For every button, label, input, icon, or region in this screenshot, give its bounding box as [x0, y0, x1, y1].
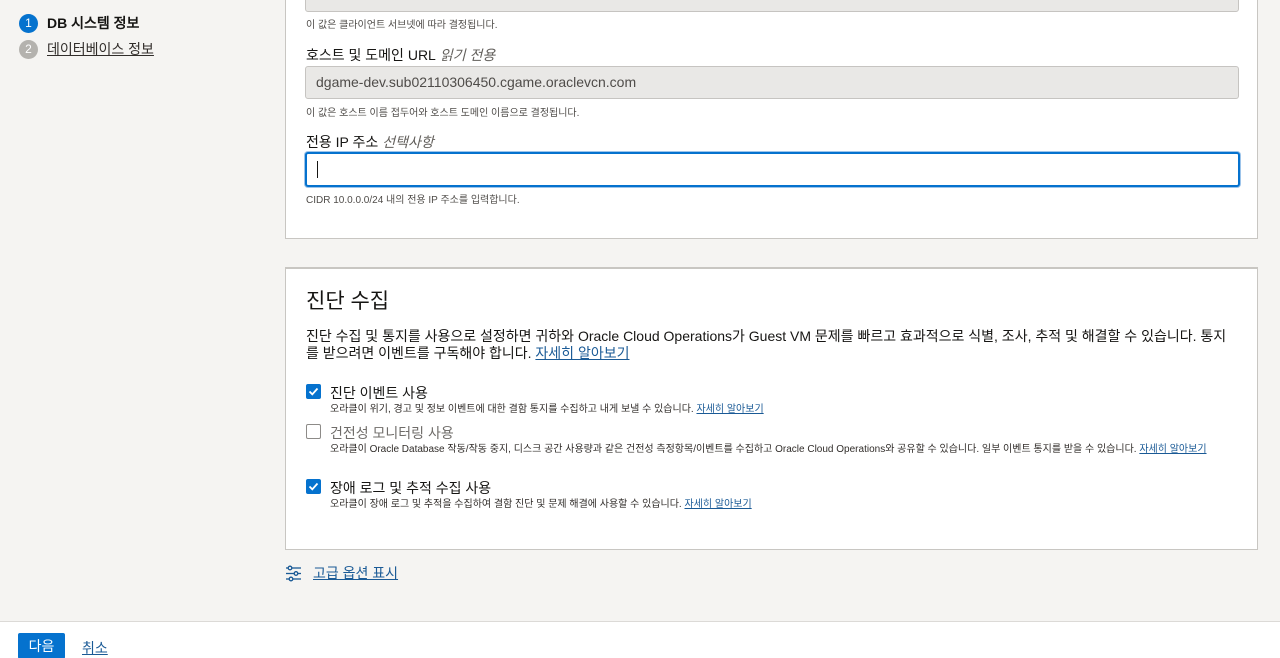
learn-more-link[interactable]: 자세히 알아보기: [535, 345, 629, 361]
ip-help-text: CIDR 10.0.0.0/24 내의 전용 IP 주소를 입력합니다.: [306, 195, 520, 206]
advanced-options-label[interactable]: 고급 옵션 표시: [313, 563, 398, 583]
diagnostic-events-label[interactable]: 진단 이벤트 사용: [330, 383, 428, 403]
diagnostics-description: 진단 수집 및 통지를 사용으로 설정하면 귀하와 Oracle Cloud O…: [306, 328, 1236, 362]
health-monitoring-learn-more[interactable]: 자세히 알아보기: [1139, 444, 1206, 455]
private-ip-label: 전용 IP 주소 선택사항: [306, 132, 434, 152]
network-panel: 이 값은 클라이언트 서브넷에 따라 결정됩니다. 호스트 및 도메인 URL 읽…: [285, 0, 1258, 239]
advanced-options-toggle[interactable]: 고급 옵션 표시: [285, 563, 398, 583]
diagnostic-events-learn-more[interactable]: 자세히 알아보기: [696, 404, 763, 415]
private-ip-label-text: 전용 IP 주소: [306, 134, 379, 150]
wizard-stepper: 1 DB 시스템 정보 2 데이터베이스 정보: [19, 10, 154, 62]
health-monitoring-help: 오라클이 Oracle Database 작동/작동 중지, 디스크 공간 사용…: [330, 442, 1260, 457]
read-only-tag: 읽기 전용: [439, 47, 496, 63]
incident-logs-learn-more[interactable]: 자세히 알아보기: [684, 499, 751, 510]
client-subnet-field: [305, 0, 1239, 12]
wizard-footer: 다음 취소: [0, 621, 1280, 658]
sliders-icon: [286, 565, 301, 581]
incident-logs-checkbox[interactable]: [306, 479, 321, 494]
host-domain-label-text: 호스트 및 도메인 URL: [306, 47, 436, 63]
step-label-db-system-info: DB 시스템 정보: [47, 15, 140, 31]
diagnostics-title: 진단 수집: [306, 290, 390, 313]
incident-logs-help-text: 오라클이 장애 로그 및 추적을 수집하여 결함 진단 및 문제 해결에 사용할…: [330, 499, 682, 510]
incident-logs-help: 오라클이 장애 로그 및 추적을 수집하여 결함 진단 및 문제 해결에 사용할…: [330, 497, 1260, 512]
step-number-1: 1: [19, 13, 38, 33]
host-domain-label: 호스트 및 도메인 URL 읽기 전용: [306, 45, 495, 65]
incident-logs-label[interactable]: 장애 로그 및 추적 수집 사용: [330, 478, 491, 498]
step-label-database-info[interactable]: 데이터베이스 정보: [47, 39, 154, 59]
diagnostics-description-text: 진단 수집 및 통지를 사용으로 설정하면 귀하와 Oracle Cloud O…: [306, 328, 1227, 361]
step-number-2: 2: [19, 39, 38, 59]
private-ip-input[interactable]: [305, 152, 1240, 187]
host-domain-url-field: dgame-dev.sub02110306450.cgame.oraclevcn…: [305, 66, 1239, 99]
diagnostics-panel: 진단 수집 진단 수집 및 통지를 사용으로 설정하면 귀하와 Oracle C…: [285, 267, 1258, 550]
diagnostic-events-checkbox[interactable]: [306, 384, 321, 399]
diagnostic-events-help-text: 오라클이 위기, 경고 및 정보 이벤트에 대한 결함 통지를 수집하고 내게 …: [330, 404, 694, 415]
health-monitoring-help-text: 오라클이 Oracle Database 작동/작동 중지, 디스크 공간 사용…: [330, 444, 1137, 455]
step-db-system-info[interactable]: 1 DB 시스템 정보: [19, 10, 154, 36]
subnet-help-text: 이 값은 클라이언트 서브넷에 따라 결정됩니다.: [306, 20, 498, 31]
optional-tag: 선택사항: [382, 134, 434, 150]
step-database-info[interactable]: 2 데이터베이스 정보: [19, 36, 154, 62]
next-button[interactable]: 다음: [18, 633, 65, 658]
text-caret: [317, 161, 318, 178]
checkmark-icon: [308, 482, 319, 491]
host-help-text: 이 값은 호스트 이름 접두어와 호스트 도메인 이름으로 결정됩니다.: [306, 108, 580, 119]
diagnostic-events-help: 오라클이 위기, 경고 및 정보 이벤트에 대한 결함 통지를 수집하고 내게 …: [330, 402, 1260, 417]
health-monitoring-checkbox[interactable]: [306, 424, 321, 439]
health-monitoring-label[interactable]: 건전성 모니터링 사용: [330, 423, 454, 443]
cancel-link[interactable]: 취소: [82, 638, 108, 658]
checkmark-icon: [308, 387, 319, 396]
